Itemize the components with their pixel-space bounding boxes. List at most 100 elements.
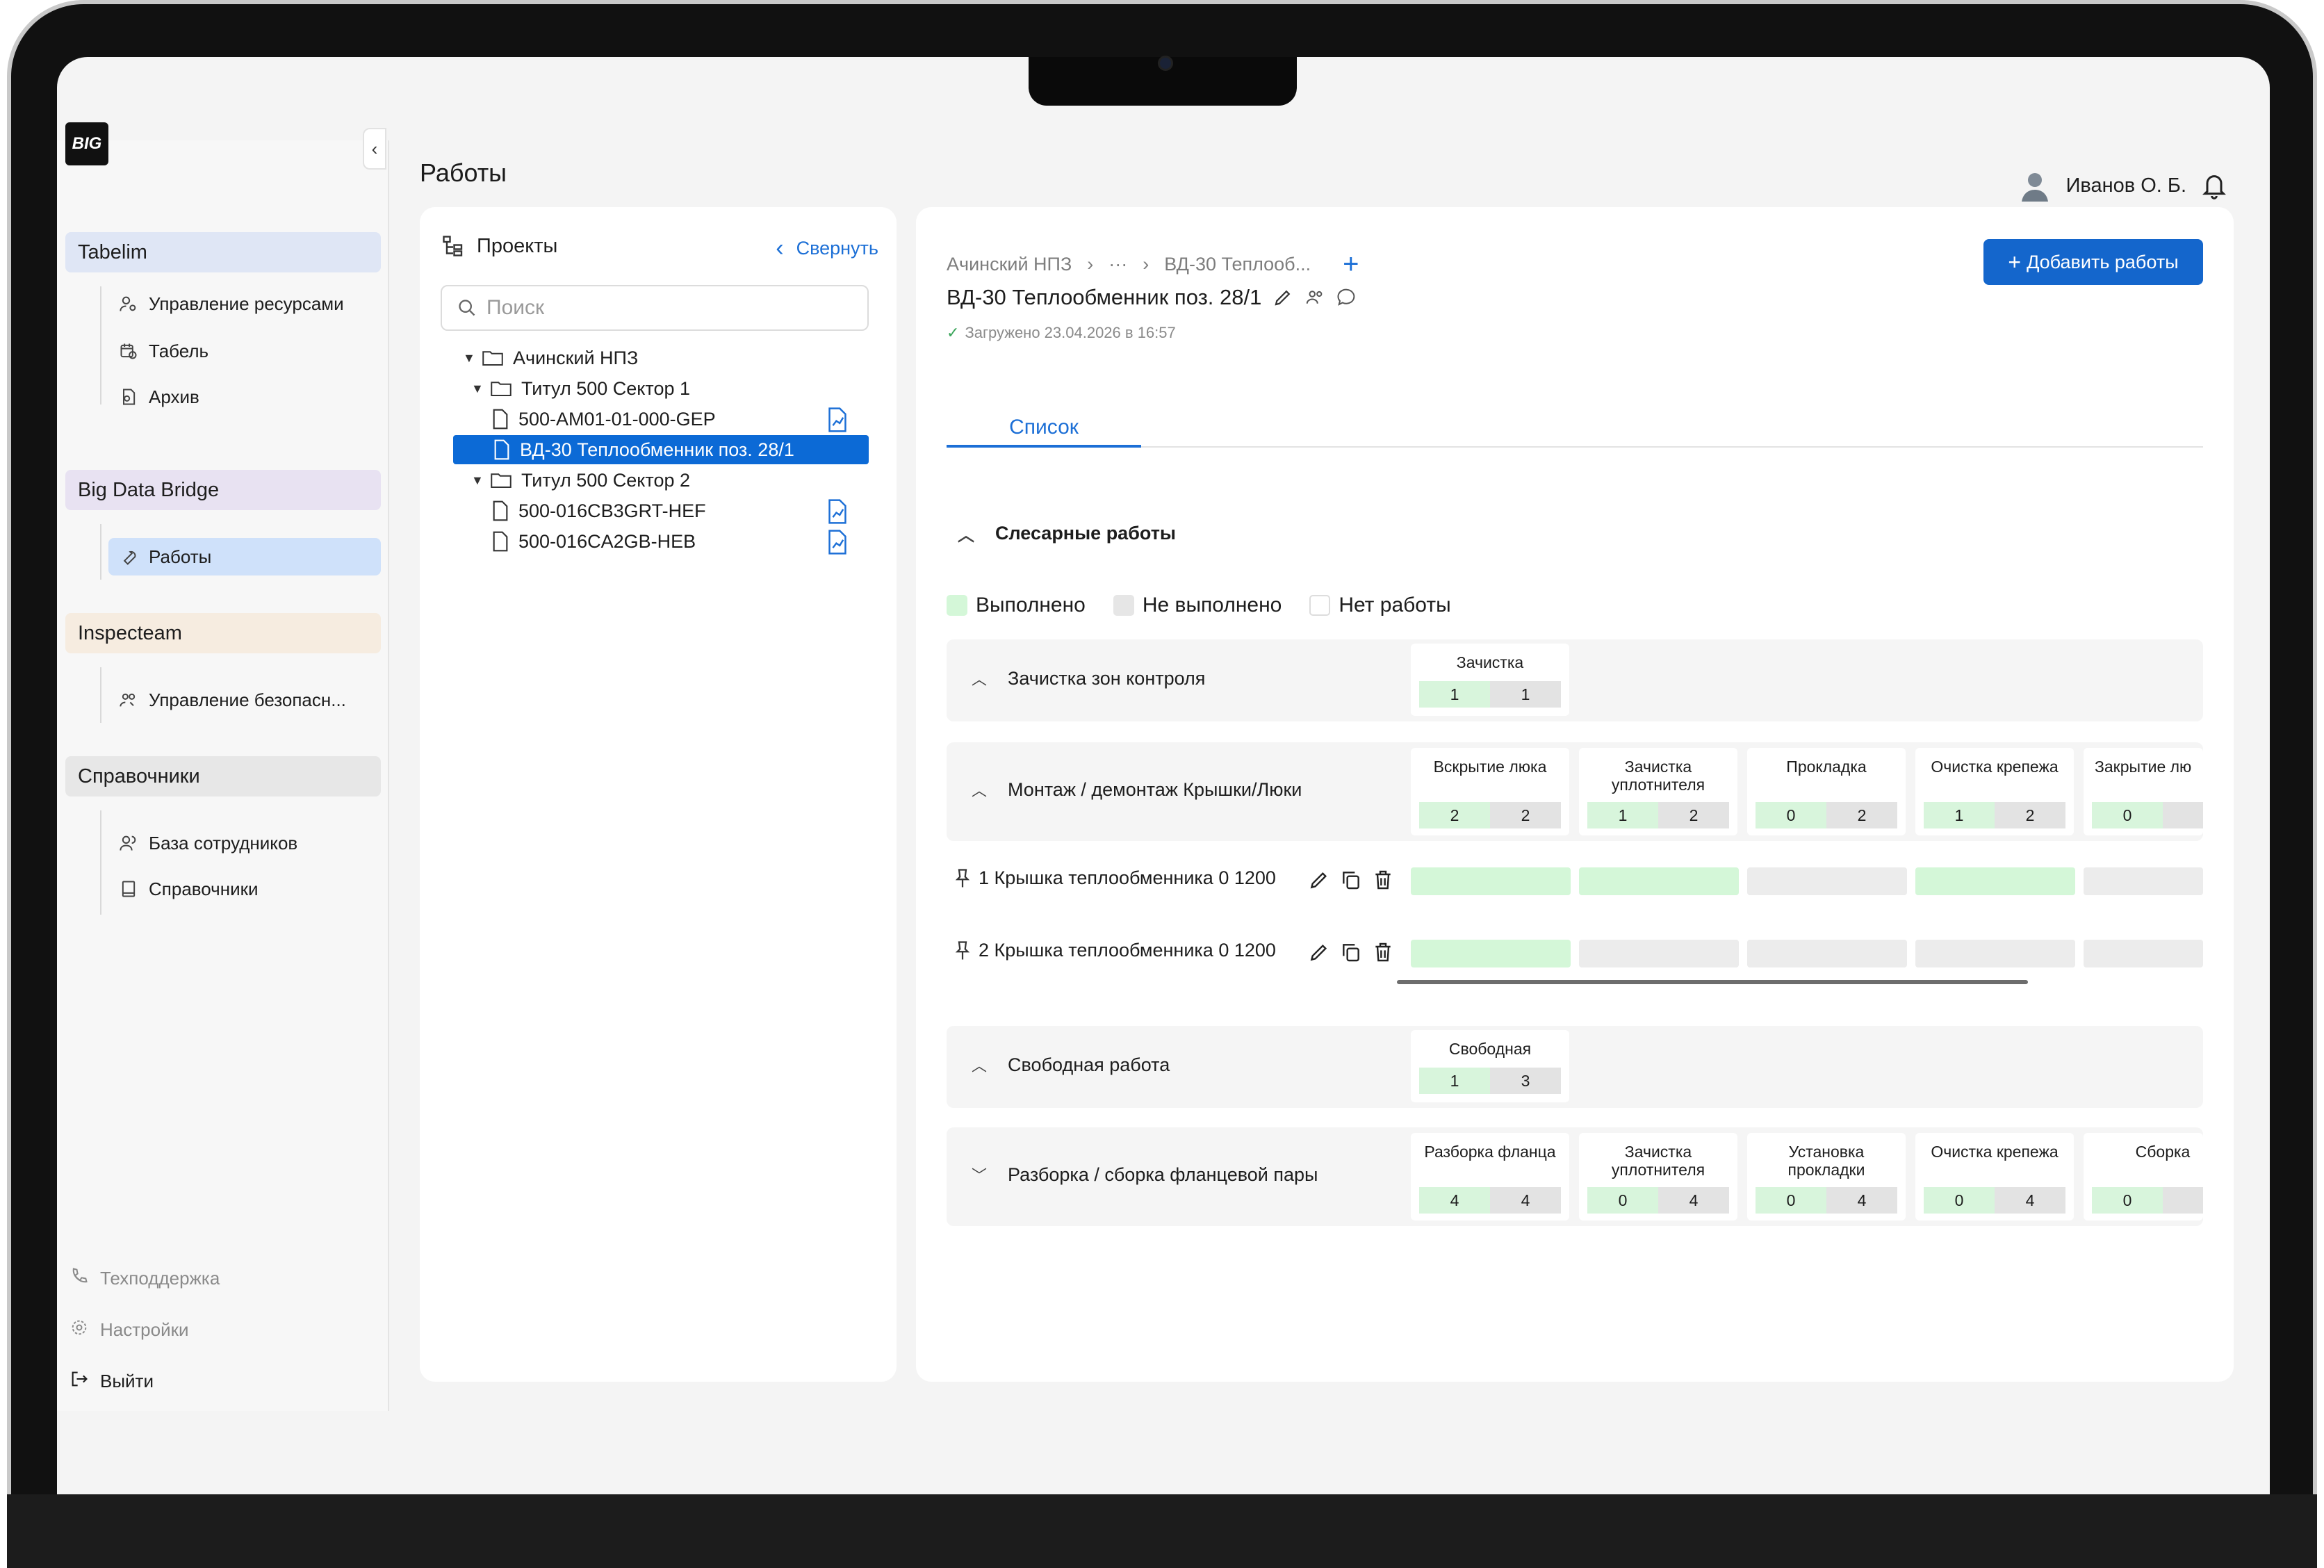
operation-card[interactable]: Установка прокладки 04: [1747, 1133, 1906, 1220]
logout-link[interactable]: Выйти: [69, 1364, 154, 1398]
status-cell-not-done[interactable]: [1747, 867, 1907, 895]
chart-file-icon[interactable]: [827, 530, 848, 555]
tree-label: ВД-30 Теплообменник поз. 28/1: [520, 439, 794, 460]
support-label: Техподдержка: [100, 1267, 220, 1289]
bell-icon[interactable]: [2200, 170, 2228, 201]
horizontal-scrollbar[interactable]: [1397, 980, 2028, 984]
sidebar-group-tabelim[interactable]: Tabelim: [65, 232, 381, 272]
chart-file-icon[interactable]: [827, 499, 848, 524]
operation-title: Зачистка уплотнителя: [1611, 758, 1705, 794]
sidebar-collapse-button[interactable]: ‹: [363, 128, 386, 170]
user-menu[interactable]: Иванов О. Б.: [2018, 168, 2228, 203]
sidebar-item-safety[interactable]: Управление безопасн...: [108, 681, 356, 719]
add-icon[interactable]: +: [1343, 249, 1359, 280]
pin-icon[interactable]: [954, 868, 972, 889]
work-group-header[interactable]: ︿ Монтаж / демонтаж Крышки/Люки: [972, 778, 1302, 801]
status-cell-not-done[interactable]: [1915, 940, 2075, 967]
tree-node-file-hef[interactable]: 500-016CB3GRT-HEF: [492, 496, 706, 525]
work-group-header[interactable]: ﹀ Разборка / сборка фланцевой пары: [972, 1163, 1318, 1186]
tree-node-file-gep[interactable]: 500-АМ01-01-000-GEP: [492, 405, 716, 434]
operation-card[interactable]: Закрытие лю 0: [2084, 748, 2203, 835]
copy-icon[interactable]: [1340, 941, 1362, 963]
sidebar-group-big-data-bridge[interactable]: Big Data Bridge: [65, 470, 381, 510]
operation-counts: 12: [1587, 802, 1729, 828]
sidebar-item-employees[interactable]: База сотрудников: [108, 824, 307, 862]
sidebar-item-timesheet[interactable]: Табель: [108, 332, 218, 370]
chevron-up-icon: ︿: [972, 782, 988, 799]
status-cell-not-done[interactable]: [2084, 940, 2203, 967]
section-header[interactable]: ︿ Слесарные работы: [958, 521, 1176, 546]
operation-card[interactable]: Зачистка 1 1: [1411, 644, 1569, 716]
users-icon[interactable]: [1304, 287, 1325, 308]
tree-node-achinsk[interactable]: ▼ Ачинский НПЗ: [463, 343, 638, 373]
tab-list[interactable]: Список: [947, 416, 1141, 448]
status-cell-done[interactable]: [1411, 940, 1571, 967]
collapse-tree-button[interactable]: ‹ Свернуть: [776, 235, 878, 262]
work-group-name: Свободная работа: [1008, 1054, 1170, 1075]
sidebar-item-works[interactable]: Работы: [108, 538, 381, 575]
operation-card[interactable]: Очистка крепежа 04: [1915, 1133, 2074, 1220]
status-cell-not-done[interactable]: [1579, 940, 1739, 967]
search-input[interactable]: Поиск: [441, 285, 869, 331]
operation-card[interactable]: Прокладка 02: [1747, 748, 1906, 835]
upload-status: ✓ Загружено 23.04.2026 в 16:57: [947, 324, 1176, 342]
status-cell-done[interactable]: [1915, 867, 2075, 895]
archive-icon: [118, 386, 139, 407]
pin-icon[interactable]: [954, 940, 972, 961]
operation-card[interactable]: Сборка 0: [2084, 1133, 2203, 1220]
operation-counts: 02: [1756, 802, 1897, 828]
tree-node-file-heb[interactable]: 500-016CA2GB-HEB: [492, 527, 696, 556]
operation-card[interactable]: Разборка фланца 44: [1411, 1133, 1569, 1220]
comment-icon[interactable]: [1336, 287, 1357, 308]
operation-card[interactable]: Зачистка уплотнителя 04: [1579, 1133, 1737, 1220]
operation-card[interactable]: Вскрытие люка 22: [1411, 748, 1569, 835]
breadcrumb-item[interactable]: Ачинский НПЗ: [947, 254, 1072, 275]
operation-card[interactable]: Зачистка уплотнителя 12: [1579, 748, 1737, 835]
operation-counts: 13: [1419, 1068, 1561, 1094]
users-icon: [118, 833, 139, 854]
trash-icon[interactable]: [1372, 869, 1394, 891]
breadcrumb-ellipsis[interactable]: ···: [1108, 254, 1127, 275]
settings-link[interactable]: Настройки: [69, 1312, 189, 1347]
work-item-row: 1 Крышка теплообменника 0 1200: [947, 860, 2203, 902]
breadcrumb-item[interactable]: ВД-30 Теплооб...: [1164, 254, 1311, 275]
tree-label: 500-АМ01-01-000-GEP: [518, 408, 716, 430]
logout-label: Выйти: [100, 1370, 154, 1391]
total-count: 4: [1995, 1187, 2065, 1214]
work-group-header[interactable]: ︿ Свободная работа: [972, 1054, 1170, 1076]
group-divider: [100, 667, 101, 723]
tree-node-sector2[interactable]: ▼ Титул 500 Сектор 2: [471, 466, 690, 495]
trash-icon[interactable]: [1372, 941, 1394, 963]
support-link[interactable]: Техподдержка: [69, 1261, 220, 1296]
total-count: 2: [1658, 802, 1729, 828]
status-cell-done[interactable]: [1579, 867, 1739, 895]
tree-node-vd30[interactable]: ВД-30 Теплообменник поз. 28/1: [453, 435, 869, 464]
operation-title: Разборка фланца: [1424, 1143, 1556, 1161]
add-works-button[interactable]: + Добавить работы: [1983, 239, 2203, 285]
tree-label: 500-016CA2GB-HEB: [518, 530, 696, 552]
search-placeholder: Поиск: [486, 296, 545, 319]
pencil-icon[interactable]: [1273, 287, 1293, 308]
tree-node-sector1[interactable]: ▼ Титул 500 Сектор 1: [471, 374, 690, 403]
sidebar-group-inspecteam[interactable]: Inspecteam: [65, 613, 381, 653]
status-cell-done[interactable]: [1411, 867, 1571, 895]
group-divider: [100, 524, 101, 580]
sidebar-item-archive[interactable]: Архив: [108, 378, 209, 416]
status-cell-not-done[interactable]: [1747, 940, 1907, 967]
operation-card[interactable]: Свободная 13: [1411, 1030, 1569, 1102]
sidebar-item-dictionaries[interactable]: Справочники: [108, 870, 268, 908]
sidebar-item-resources[interactable]: Управление ресурсами: [108, 285, 354, 322]
work-item-name: 2 Крышка теплообменника 0 1200: [979, 940, 1276, 961]
status-cell-not-done[interactable]: [2084, 867, 2203, 895]
operation-card[interactable]: Очистка крепежа 12: [1915, 748, 2074, 835]
pencil-icon[interactable]: [1308, 869, 1330, 891]
operation-title: Очистка крепежа: [1931, 758, 2059, 776]
sidebar-group-references[interactable]: Справочники: [65, 756, 381, 797]
copy-icon[interactable]: [1340, 869, 1362, 891]
pencil-icon[interactable]: [1308, 941, 1330, 963]
sidebar-item-label: Управление ресурсами: [149, 293, 344, 314]
work-group-header[interactable]: ︿ Зачистка зон контроля: [972, 667, 1205, 689]
chart-file-icon[interactable]: [827, 407, 848, 432]
sidebar-item-label: База сотрудников: [149, 832, 298, 854]
sidebar-item-label: Справочники: [149, 878, 259, 899]
